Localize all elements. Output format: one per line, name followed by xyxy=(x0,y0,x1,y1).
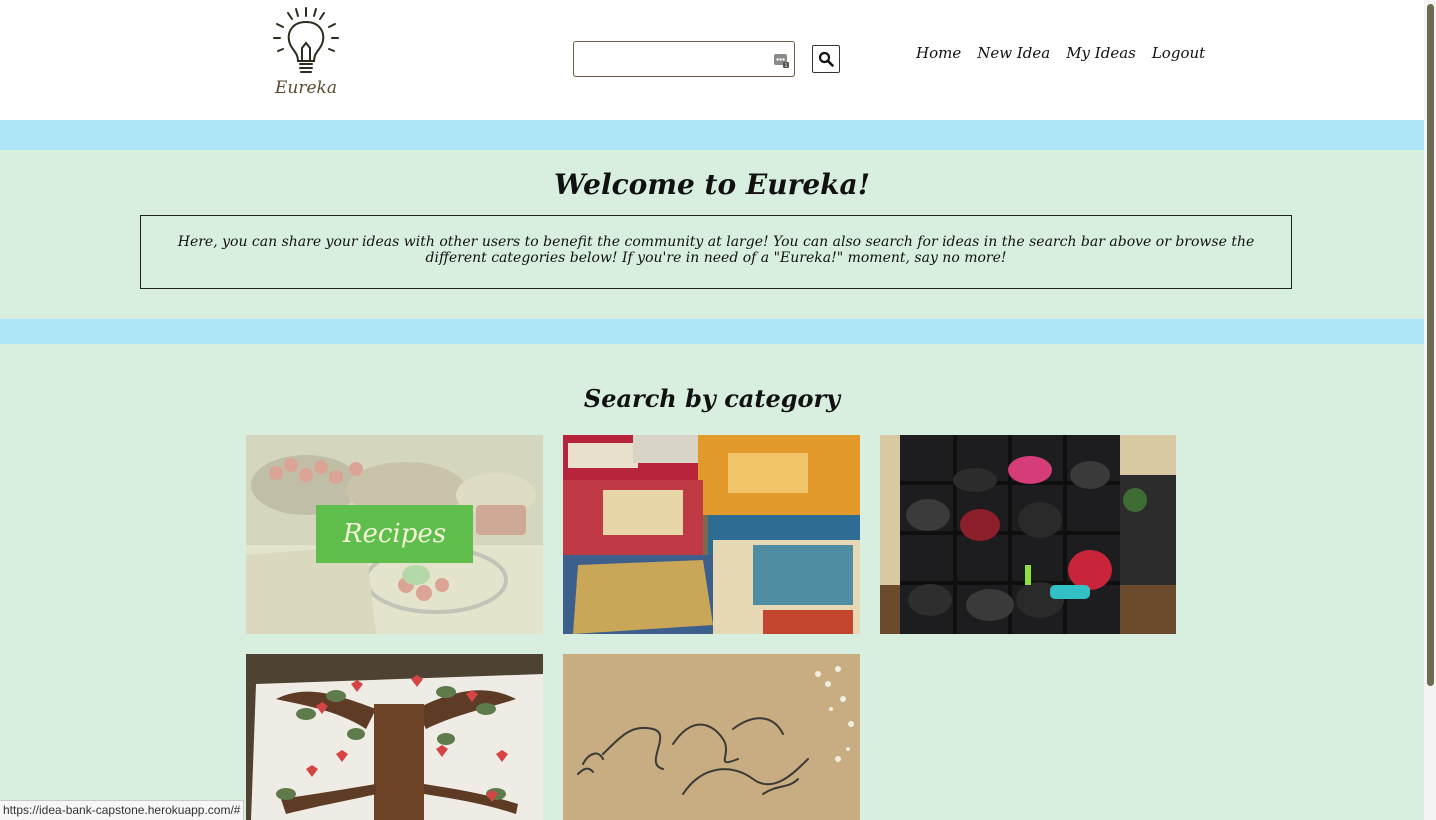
middle-divider-band xyxy=(0,319,1424,344)
svg-text:1: 1 xyxy=(785,63,788,68)
intro-text: Here, you can share your ideas with othe… xyxy=(140,215,1292,289)
category-tile-recipes[interactable]: Recipes xyxy=(246,435,543,634)
category-tile-crafts[interactable] xyxy=(246,654,543,820)
nav-logout-link[interactable]: Logout xyxy=(1152,42,1205,64)
search-field[interactable]: 1 xyxy=(573,41,795,77)
password-manager-icon[interactable]: 1 xyxy=(773,52,789,68)
scrollbar-thumb[interactable] xyxy=(1427,4,1434,686)
nav-new-idea-link[interactable]: New Idea xyxy=(977,42,1050,64)
backpacks-shelf-image xyxy=(880,435,1176,634)
link-status-bar: https://idea-bank-capstone.herokuapp.com… xyxy=(0,800,245,820)
board-games-image xyxy=(563,435,860,634)
search-button[interactable] xyxy=(812,45,840,73)
page-scrollbar[interactable] xyxy=(1424,0,1436,820)
nav-home-link[interactable]: Home xyxy=(916,42,961,64)
welcome-title: Welcome to Eureka! xyxy=(554,168,870,201)
calligraphy-image xyxy=(563,654,860,820)
top-divider-band xyxy=(0,120,1424,150)
lightbulb-icon xyxy=(273,7,339,73)
nav-my-ideas-link[interactable]: My Ideas xyxy=(1066,42,1136,64)
category-tile-games[interactable] xyxy=(563,435,860,634)
logo-text: Eureka xyxy=(275,78,337,98)
search-icon xyxy=(818,51,834,67)
tile-label-recipes[interactable]: Recipes xyxy=(316,505,473,563)
site-header: Eureka 1 Home New Idea My Ideas Logout xyxy=(0,0,1424,120)
paper-tree-craft-image xyxy=(246,654,543,820)
search-input[interactable] xyxy=(574,42,764,76)
category-section-title: Search by category xyxy=(583,384,841,413)
main-nav: Home New Idea My Ideas Logout xyxy=(916,42,1221,64)
category-tile-art[interactable] xyxy=(563,654,860,820)
eureka-logo[interactable]: Eureka xyxy=(268,6,344,102)
category-tile-donations[interactable] xyxy=(880,435,1176,634)
